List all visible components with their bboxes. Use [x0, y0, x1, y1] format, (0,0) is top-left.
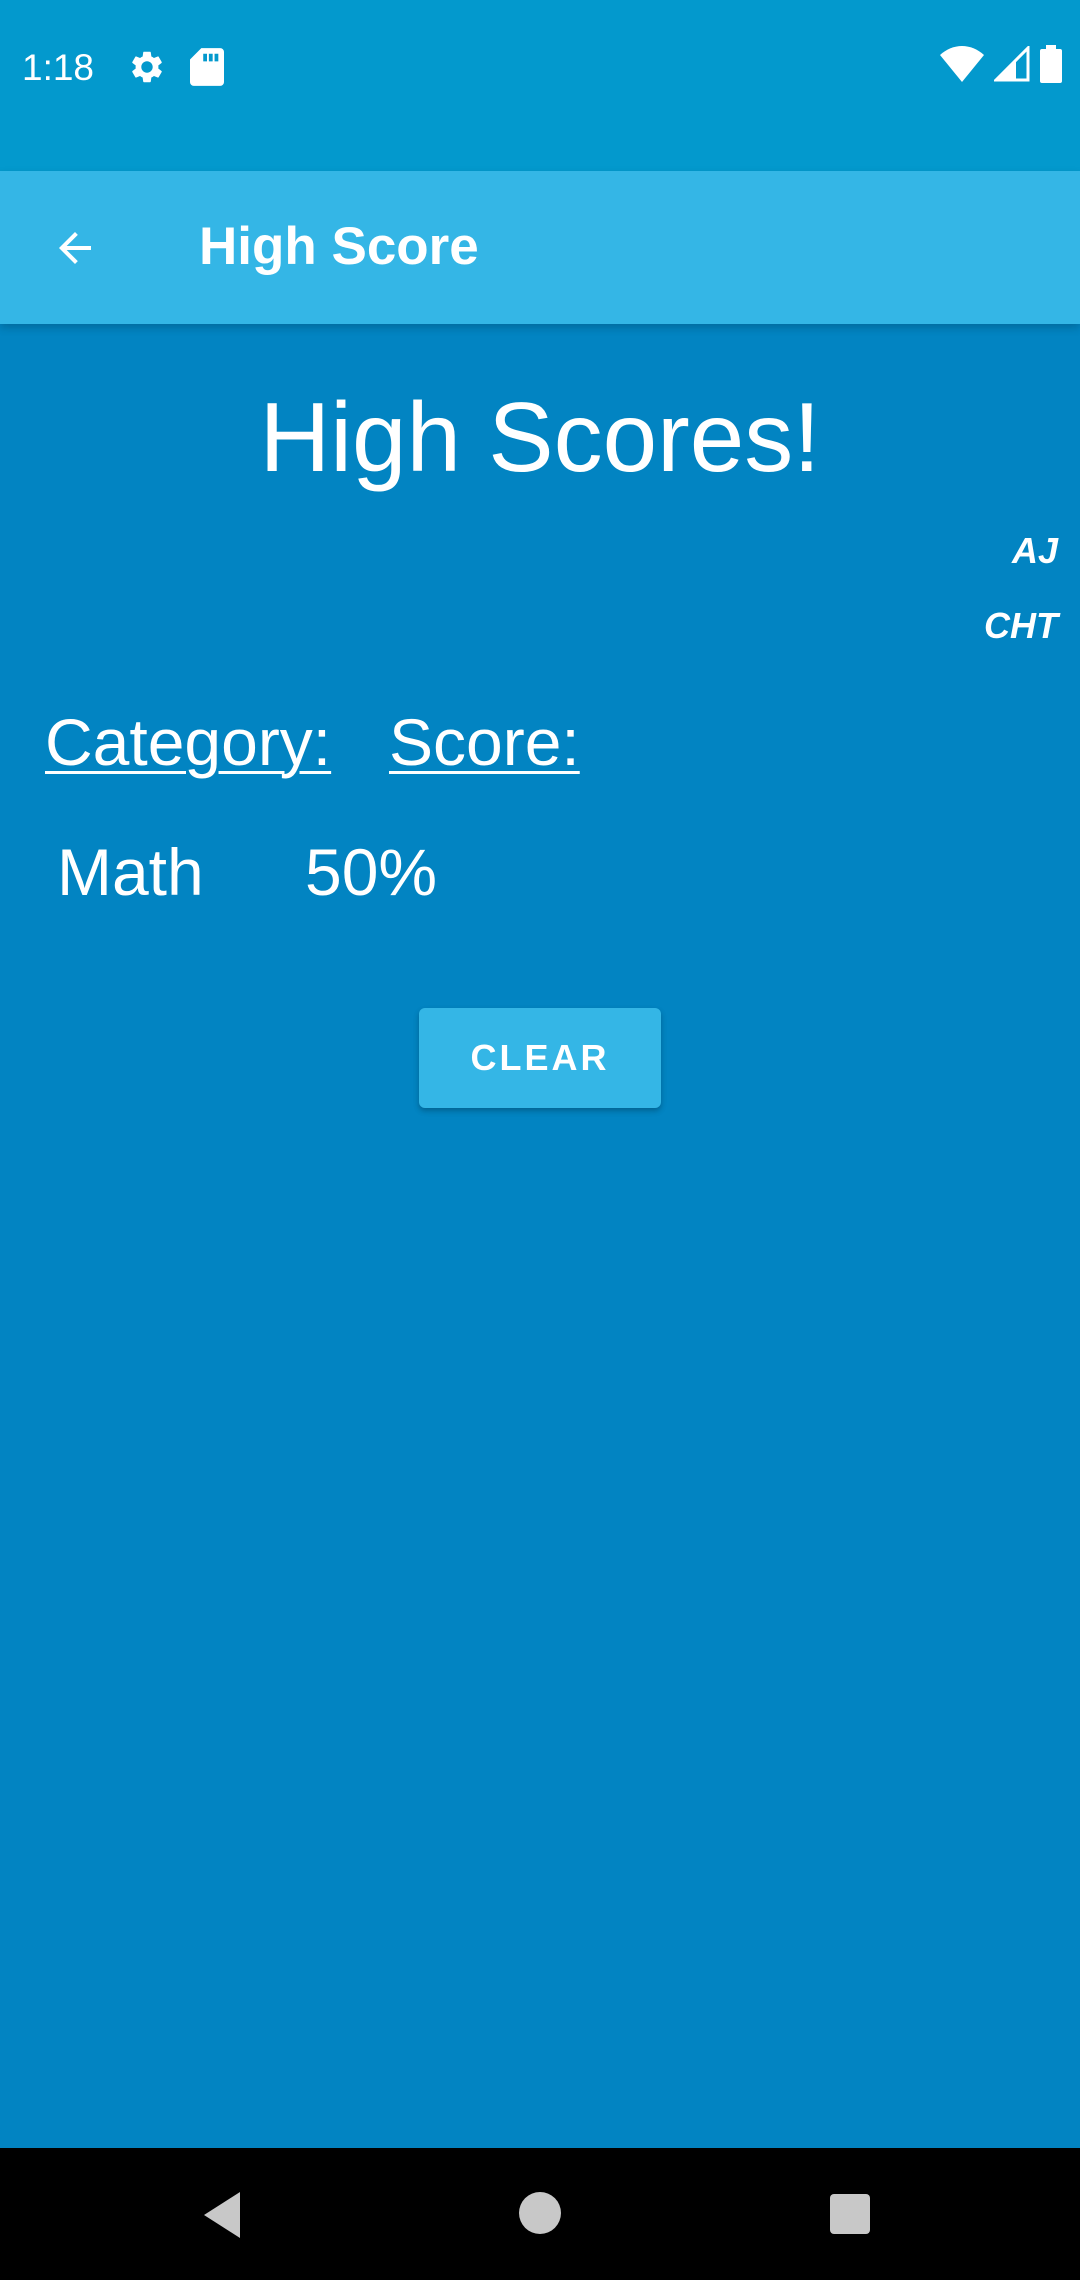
category-column-header: Category: — [45, 705, 332, 779]
credit-initials-cht: CHT — [984, 605, 1058, 646]
battery-icon — [1040, 44, 1062, 88]
app-bar-title: High Score — [199, 217, 479, 276]
back-button[interactable] — [32, 205, 118, 291]
status-bar: 1:18 — [0, 0, 1080, 171]
sd-card-icon — [190, 48, 224, 86]
score-row-category: Math — [57, 835, 204, 909]
score-row-value: 50% — [305, 835, 438, 909]
score-column-header: Score: — [389, 705, 580, 779]
arrow-back-icon — [59, 232, 91, 264]
status-icons — [940, 43, 1062, 88]
status-time: 1:18 — [22, 47, 95, 88]
app-bar: High Score — [0, 171, 1080, 324]
credit-initials-aj: AJ — [1011, 530, 1058, 571]
nav-back-icon[interactable] — [200, 2190, 248, 2240]
signal-icon — [992, 43, 1030, 87]
navigation-bar — [0, 2148, 1080, 2280]
page-title: High Scores! — [259, 382, 821, 492]
gear-icon — [128, 48, 166, 86]
nav-home-icon[interactable] — [519, 2192, 561, 2234]
clear-button[interactable]: CLEAR — [419, 1008, 661, 1108]
wifi-icon — [940, 45, 984, 87]
nav-recents-icon[interactable] — [830, 2194, 870, 2234]
